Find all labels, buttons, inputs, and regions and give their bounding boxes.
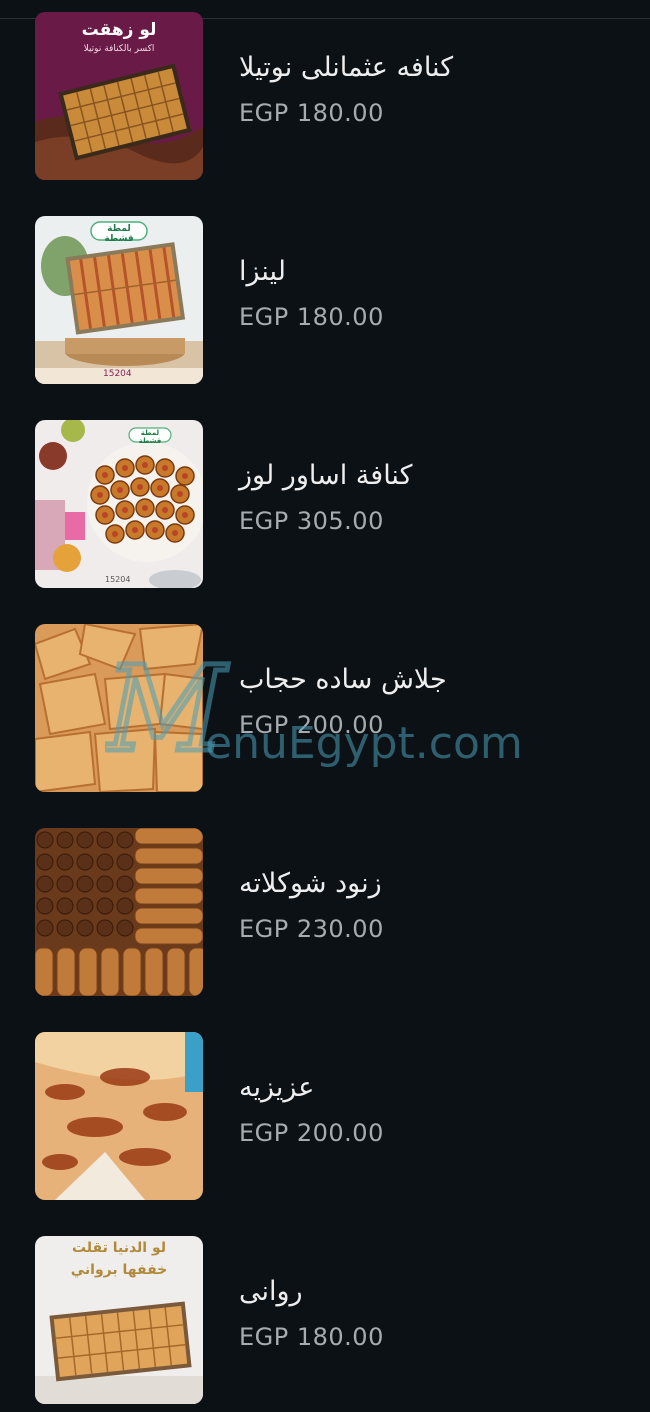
item-price: EGP 180.00 (239, 99, 384, 127)
item-price: EGP 180.00 (239, 1323, 384, 1351)
menu-item[interactable]: جلاش ساده حجاب EGP 200.00 (35, 624, 635, 792)
item-name: روانى (239, 1276, 303, 1307)
phone-label: 15204 (105, 575, 131, 584)
brand-label: لمطة قشطة (138, 429, 162, 445)
item-name: زنود شوكلاته (239, 868, 382, 899)
image-caption: لو زهقت (81, 20, 157, 40)
item-name: جلاش ساده حجاب (239, 664, 447, 695)
linza-tray-image: لمطة قشطة 15204 (35, 216, 203, 384)
rawani-tray-image: لو الدنيا تقلت خففها برواني (35, 1236, 203, 1404)
menu-item[interactable]: لمطة قشطة 15204 لينزا EGP 180.00 (35, 216, 635, 384)
item-price: EGP 230.00 (239, 915, 384, 943)
menu-item[interactable]: عزيزيه EGP 200.00 (35, 1032, 635, 1200)
item-name: لينزا (239, 256, 286, 287)
image-caption: لو الدنيا تقلت (71, 1240, 167, 1256)
kunafa-bracelets-almond-image: لمطة قشطة 15204 (35, 420, 203, 588)
aziziya-image (35, 1032, 203, 1200)
phone-label: 15204 (103, 369, 132, 379)
item-price: EGP 305.00 (239, 507, 384, 535)
chocolate-znoud-image (35, 828, 203, 996)
menu-item[interactable]: لو زهقت اكسر بالكنافة نوتيلا كنافه عثمان… (35, 12, 635, 180)
item-name: عزيزيه (239, 1072, 315, 1103)
item-price: EGP 200.00 (239, 711, 384, 739)
menu-item[interactable]: زنود شوكلاته EGP 230.00 (35, 828, 635, 996)
item-price: EGP 180.00 (239, 303, 384, 331)
image-subcaption: خففها برواني (70, 1262, 168, 1278)
item-name: كنافة اساور لوز (239, 460, 413, 491)
plain-goulash-pastry-image (35, 624, 203, 792)
menu-item[interactable]: لمطة قشطة 15204 كنافة اساور لوز EGP 305.… (35, 420, 635, 588)
brand-label: لمطة قشطة (104, 224, 134, 244)
menu-item[interactable]: لو الدنيا تقلت خففها برواني روانى EGP 18… (35, 1236, 635, 1404)
kunafa-nutella-tray-image: لو زهقت اكسر بالكنافة نوتيلا (35, 12, 203, 180)
item-price: EGP 200.00 (239, 1119, 384, 1147)
item-name: كنافه عثمانلى نوتيلا (239, 52, 454, 83)
image-subcaption: اكسر بالكنافة نوتيلا (83, 44, 155, 54)
